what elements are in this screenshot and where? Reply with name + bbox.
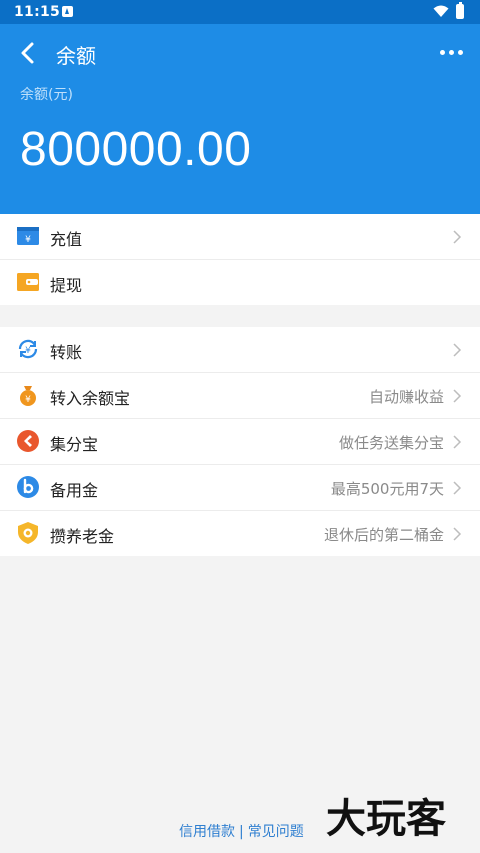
footer-links: 信用借款 | 常见问题 [179, 821, 304, 841]
pension-label: 攒养老金 [50, 527, 115, 546]
reserve-fund-label: 备用金 [50, 481, 99, 500]
chevron-right-icon [453, 389, 462, 403]
chevron-right-icon [453, 343, 462, 357]
status-time: 11:15 [14, 4, 61, 20]
reserve-fund-hint: 最高500元用7天 [330, 480, 444, 498]
withdraw-label: 提现 [50, 276, 83, 295]
back-arrow-icon[interactable] [14, 38, 44, 68]
footer-separator: | [239, 824, 244, 840]
jifenbao-row[interactable]: 集分宝 做任务送集分宝 [0, 419, 480, 465]
services-list: ¥ 转账 ¥ 转入余额宝 自动赚收益 集分宝 做任务送集分宝 备用金 最高500… [0, 327, 480, 556]
jifenbao-icon [17, 430, 39, 452]
status-bar: 11:15 [0, 0, 480, 24]
withdraw-row[interactable]: 提现 [0, 260, 480, 305]
watermark-text: 大玩客 [326, 796, 446, 842]
faq-link[interactable]: 常见问题 [248, 824, 304, 840]
svg-text:¥: ¥ [25, 346, 31, 356]
recharge-row[interactable]: ¥ 充值 [0, 214, 480, 260]
page-title: 余额 [56, 44, 96, 68]
watermark-logo: 大玩客 [326, 796, 446, 842]
balance-amount: 800000.00 [20, 123, 252, 176]
svg-text:¥: ¥ [25, 395, 31, 405]
credit-loan-link[interactable]: 信用借款 [179, 824, 235, 840]
pension-shield-icon [18, 522, 38, 544]
transfer-row[interactable]: ¥ 转账 [0, 327, 480, 373]
yuebao-row[interactable]: ¥ 转入余额宝 自动赚收益 [0, 373, 480, 419]
notification-icon [62, 6, 73, 17]
pension-row[interactable]: 攒养老金 退休后的第二桶金 [0, 511, 480, 556]
reserve-fund-row[interactable]: 备用金 最高500元用7天 [0, 465, 480, 511]
jifenbao-label: 集分宝 [50, 435, 99, 454]
more-options-icon[interactable] [436, 40, 468, 64]
money-bag-icon: ¥ [20, 386, 36, 406]
chevron-right-icon [453, 481, 462, 495]
battery-icon [456, 2, 464, 19]
transfer-label: 转账 [50, 343, 83, 362]
funds-actions-list: ¥ 充值 提现 [0, 214, 480, 305]
recharge-label: 充值 [50, 230, 83, 249]
transfer-icon: ¥ [18, 339, 38, 359]
yuebao-label: 转入余额宝 [50, 389, 131, 408]
chevron-right-icon [453, 527, 462, 541]
yuebao-hint: 自动赚收益 [368, 388, 444, 406]
svg-text:¥: ¥ [25, 235, 31, 245]
reserve-fund-icon [17, 476, 39, 498]
balance-header: 余额 余额(元) 800000.00 [0, 24, 480, 214]
wifi-icon [433, 5, 449, 17]
chevron-right-icon [453, 435, 462, 449]
wallet-icon [17, 273, 39, 291]
balance-label: 余额(元) [20, 87, 73, 103]
jifenbao-hint: 做任务送集分宝 [338, 434, 444, 452]
recharge-card-icon: ¥ [17, 227, 39, 245]
pension-hint: 退休后的第二桶金 [323, 526, 444, 544]
chevron-right-icon [453, 230, 462, 244]
